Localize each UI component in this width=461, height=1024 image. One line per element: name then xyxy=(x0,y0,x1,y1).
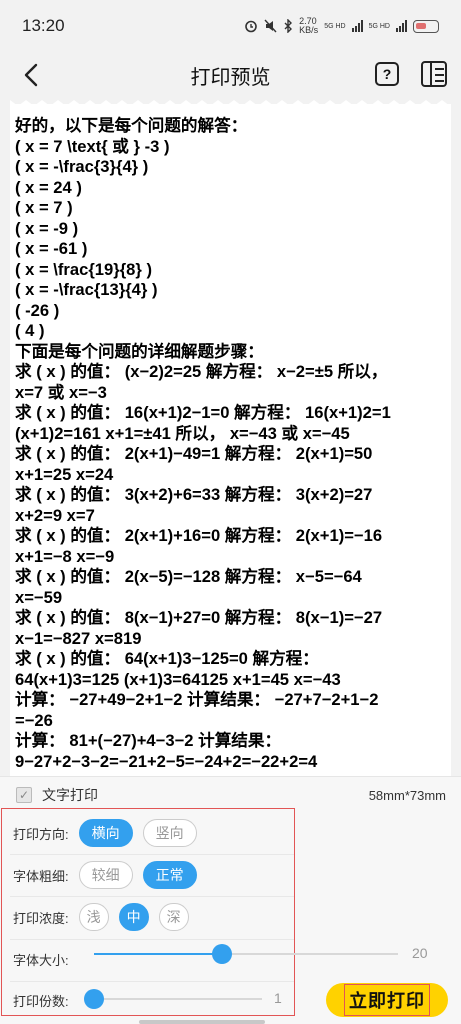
status-time: 13:20 xyxy=(22,16,65,35)
help-icon: ? xyxy=(382,66,392,82)
preview-line: ( x = -61 ) xyxy=(15,239,88,258)
status-icons: 2.70 KB/s 5G HD 5G HD xyxy=(244,17,439,35)
preview-line: 求 ( x ) 的值： 2(x−5)=−128 解方程： x−5=−64 xyxy=(15,567,362,586)
copies-label: 打印份数: xyxy=(13,993,69,1009)
preview-line: ( -26 ) xyxy=(15,300,60,320)
help-button[interactable]: ? xyxy=(375,62,399,86)
copies-value: 1 xyxy=(274,990,282,1006)
settings-highlight-box: 打印方向: 横向 竖向 字体粗细: 较细 正常 打印浓度: 浅 中 深 字体大小… xyxy=(1,808,295,1016)
weight-thin-option[interactable]: 较细 xyxy=(78,861,133,889)
text-print-checkbox[interactable]: ✓ xyxy=(16,787,32,803)
font-size-slider-thumb[interactable] xyxy=(211,944,232,964)
preview-line: x=−59 xyxy=(15,587,63,607)
copies-slider-thumb[interactable] xyxy=(84,989,104,1009)
weight-normal-option[interactable]: 正常 xyxy=(142,861,197,889)
preview-line: 求 ( x ) 的值： 2(x+1)+16=0 解方程： 2(x+1)=−16 xyxy=(15,526,383,545)
preview-line: 计算： −27+49−2+1−2 计算结果： −27+7−2+1−2 xyxy=(15,690,379,709)
preview-line: 求 ( x ) 的值： 8(x−1)+27=0 解方程： 8(x−1)=−27 xyxy=(15,608,383,627)
preview-text: 好的，以下是每个问题的解答：( x = 7 \text{ 或 } -3 )( x… xyxy=(10,104,451,772)
direction-landscape-option[interactable]: 横向 xyxy=(78,819,133,847)
text-print-row: ✓ 文字打印 58mm*73mm xyxy=(16,783,446,807)
preview-line: 求 ( x ) 的值： 3(x+2)+6=33 解方程： 3(x+2)=27 xyxy=(15,485,373,504)
preview-line: x+1=−8 x=−9 xyxy=(15,546,115,566)
font-size-value: 20 xyxy=(412,945,428,961)
direction-label: 打印方向: xyxy=(13,826,69,842)
font-size-slider[interactable] xyxy=(94,953,398,955)
paper-size: 58mm*73mm xyxy=(368,787,446,803)
preview-line: 64(x+1)3=125 (x+1)3=64125 x+1=45 x=−43 xyxy=(15,669,341,689)
density-label: 打印浓度: xyxy=(13,910,69,926)
density-medium-option[interactable]: 中 xyxy=(118,903,149,931)
copies-slider[interactable] xyxy=(94,998,262,1000)
back-button[interactable] xyxy=(14,58,48,92)
font-size-row: 字体大小: xyxy=(2,943,294,975)
list-panel-button[interactable] xyxy=(421,61,447,87)
preview-line: ( x = \frac{19}{8} ) xyxy=(15,259,152,279)
status-bar: 13:20 2.70 KB/s 5G HD 5G HD xyxy=(0,0,461,52)
preview-line: ( x = 7 \text{ 或 } -3 ) xyxy=(15,136,170,156)
signal-icon-2 xyxy=(396,20,407,32)
print-now-button[interactable]: 立即打印 xyxy=(326,983,448,1017)
preview-line: 好的，以下是每个问题的解答： xyxy=(15,116,248,135)
home-indicator xyxy=(139,1020,265,1024)
nav-bar: 打印预览 ? xyxy=(0,52,461,98)
preview-line: 求 ( x ) 的值： 16(x+1)2−1=0 解方程： 16(x+1)2=1 xyxy=(15,403,391,422)
density-row: 打印浓度: 浅 中 深 xyxy=(2,901,294,933)
signal-label-1: 5G HD xyxy=(324,22,346,30)
preview-line: 求 ( x ) 的值： 64(x+1)3−125=0 解方程： xyxy=(15,649,319,668)
alarm-icon xyxy=(245,20,257,33)
preview-line: x+1=25 x=24 xyxy=(15,464,114,484)
density-light-option[interactable]: 浅 xyxy=(78,903,109,931)
weight-label: 字体粗细: xyxy=(13,868,69,884)
density-dark-option[interactable]: 深 xyxy=(158,903,189,931)
chevron-left-icon xyxy=(24,63,38,87)
direction-portrait-option[interactable]: 竖向 xyxy=(142,819,197,847)
preview-line: x+2=9 x=7 xyxy=(15,505,95,525)
print-settings-panel: ✓ 文字打印 58mm*73mm 打印方向: 横向 竖向 字体粗细: 较细 正常… xyxy=(0,776,461,1024)
copies-row: 打印份数: xyxy=(2,985,294,1015)
preview-line: x=7 或 x=−3 xyxy=(15,382,107,402)
preview-line: ( 4 ) xyxy=(15,321,45,340)
preview-line: 9−27+2−3−2=−21+2−5=−24+2=−22+2=4 xyxy=(15,751,318,771)
text-print-label: 文字打印 xyxy=(42,787,98,803)
preview-line: 下面是每个问题的详细解题步骤： xyxy=(15,341,264,361)
preview-line: 求 ( x ) 的值： 2(x+1)−49=1 解方程： 2(x+1)=50 xyxy=(15,444,373,463)
preview-line: ( x = 24 ) xyxy=(15,177,82,197)
preview-line: x−1=−827 x=819 xyxy=(15,628,142,648)
preview-line: =−26 xyxy=(15,710,53,730)
bluetooth-icon xyxy=(284,19,293,33)
preview-line: ( x = -9 ) xyxy=(15,218,79,238)
net-speed: 2.70 KB/s xyxy=(299,16,319,35)
battery-icon xyxy=(413,19,439,33)
signal-label-2: 5G HD xyxy=(368,22,390,30)
preview-line: ( x = -\frac{3}{4} ) xyxy=(15,157,149,176)
weight-row: 字体粗细: 较细 正常 xyxy=(2,859,294,891)
signal-icon xyxy=(351,20,363,32)
preview-line: (x+1)2=161 x+1=±41 所以， x=−43 或 x=−45 xyxy=(15,423,350,443)
page-title: 打印预览 xyxy=(190,66,271,89)
direction-row: 打印方向: 横向 竖向 xyxy=(2,817,294,849)
font-size-label: 字体大小: xyxy=(13,952,69,968)
mute-icon xyxy=(264,19,277,33)
preview-line: 计算： 81+(−27)+4−3−2 计算结果： xyxy=(15,731,282,750)
preview-line: ( x = 7 ) xyxy=(15,198,73,217)
preview-line: ( x = -\frac{13}{4} ) xyxy=(15,280,158,299)
print-preview-paper: 好的，以下是每个问题的解答：( x = 7 \text{ 或 } -3 )( x… xyxy=(10,104,451,776)
print-now-label: 立即打印 xyxy=(344,984,430,1016)
preview-line: 求 ( x ) 的值： (x−2)2=25 解方程： x−2=±5 所以， xyxy=(15,362,388,381)
